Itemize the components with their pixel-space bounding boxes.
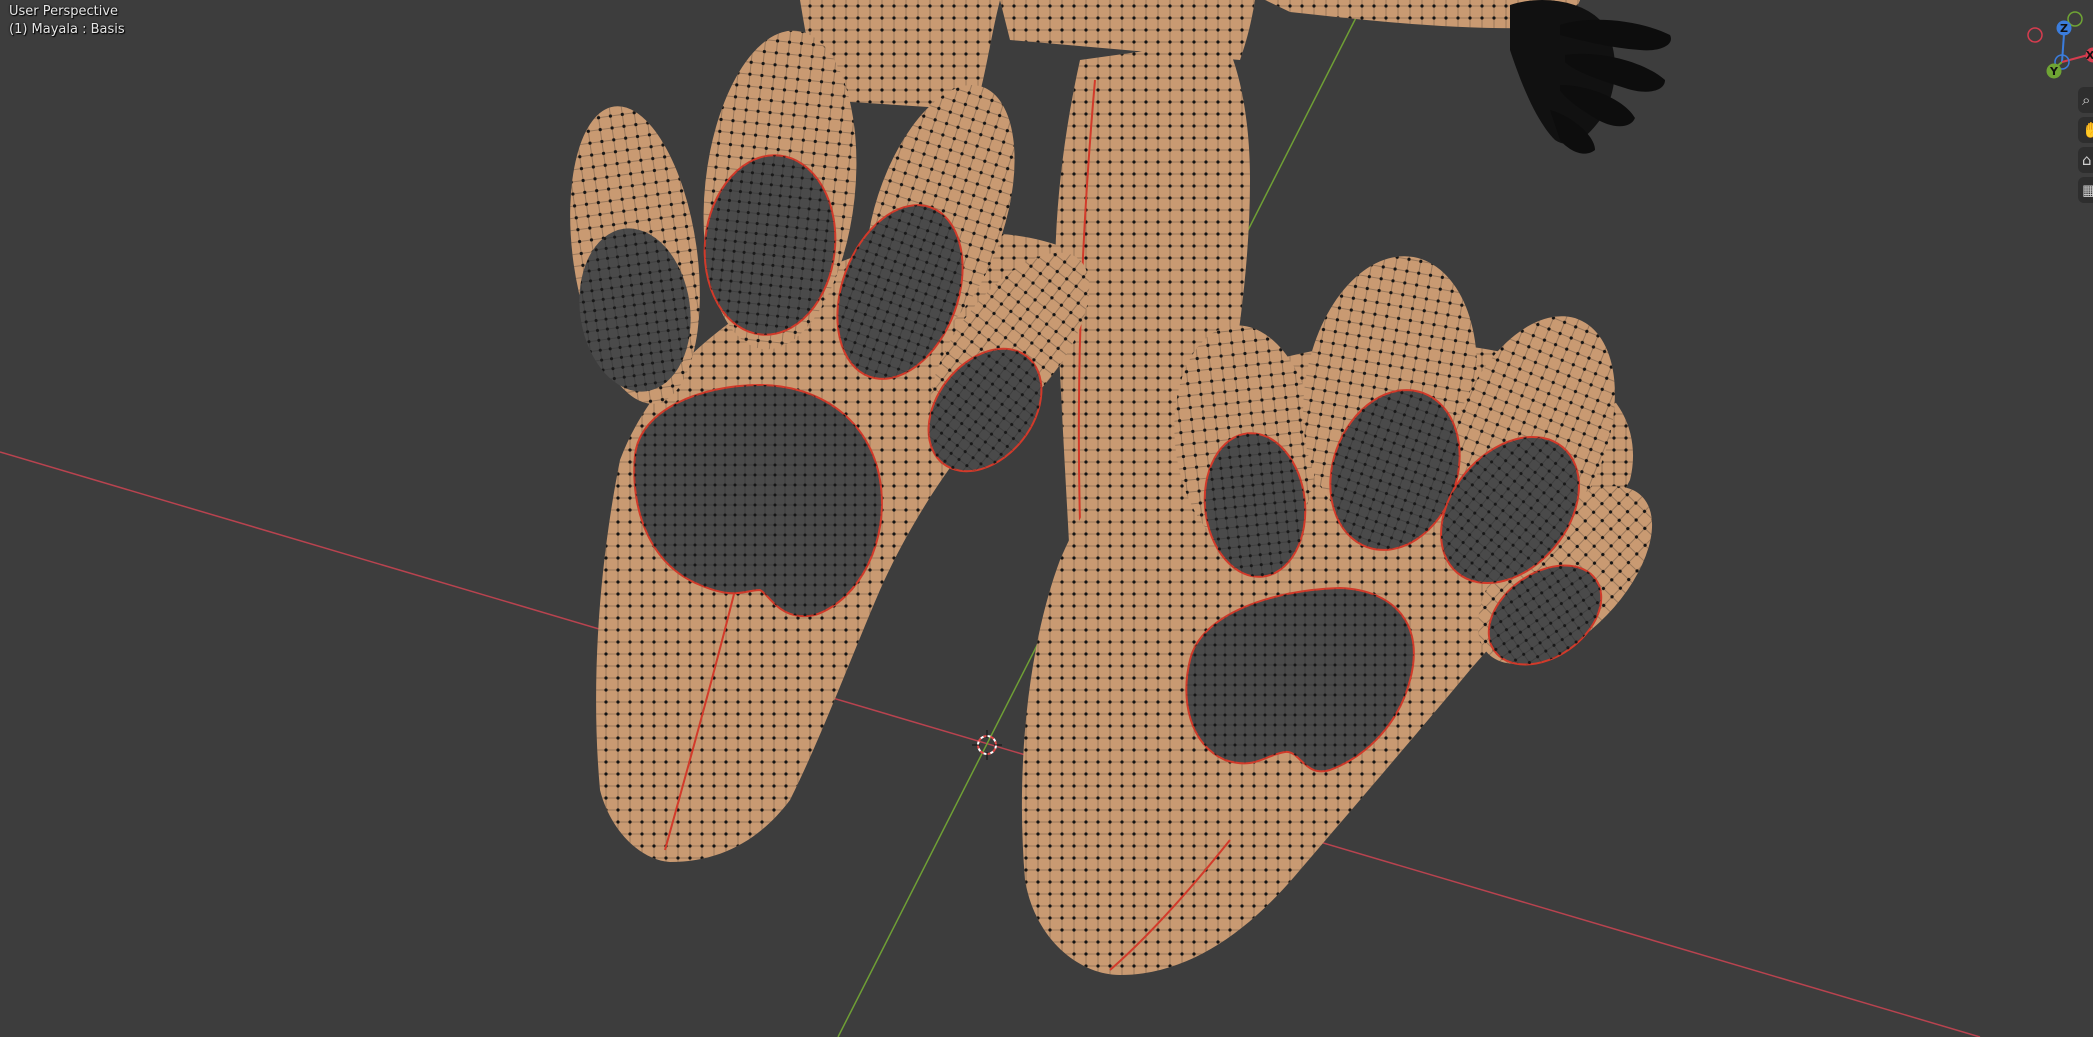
camera-icon[interactable]: ⌂ <box>2078 147 2093 173</box>
zoom-icon[interactable]: ⌕ <box>2078 87 2093 113</box>
x-axis-line <box>0 451 1981 1037</box>
navigation-gizmo[interactable]: Z Y X <box>2010 10 2093 86</box>
z-axis-label: Z <box>2060 22 2068 35</box>
grid-icon[interactable]: ▦ <box>2078 177 2093 203</box>
x-axis-label: X <box>2086 49 2093 62</box>
y-axis-label: Y <box>2049 65 2059 78</box>
scene-canvas[interactable] <box>0 0 2093 1037</box>
negative-x-axis-icon[interactable] <box>2027 27 2043 43</box>
hand-icon[interactable]: ✋ <box>2078 117 2093 143</box>
object-info-label: (1) Mayala : Basis <box>9 22 125 37</box>
3d-viewport[interactable]: User Perspective (1) Mayala : Basis Z Y … <box>0 0 2093 1037</box>
view-name-label: User Perspective <box>9 4 119 19</box>
